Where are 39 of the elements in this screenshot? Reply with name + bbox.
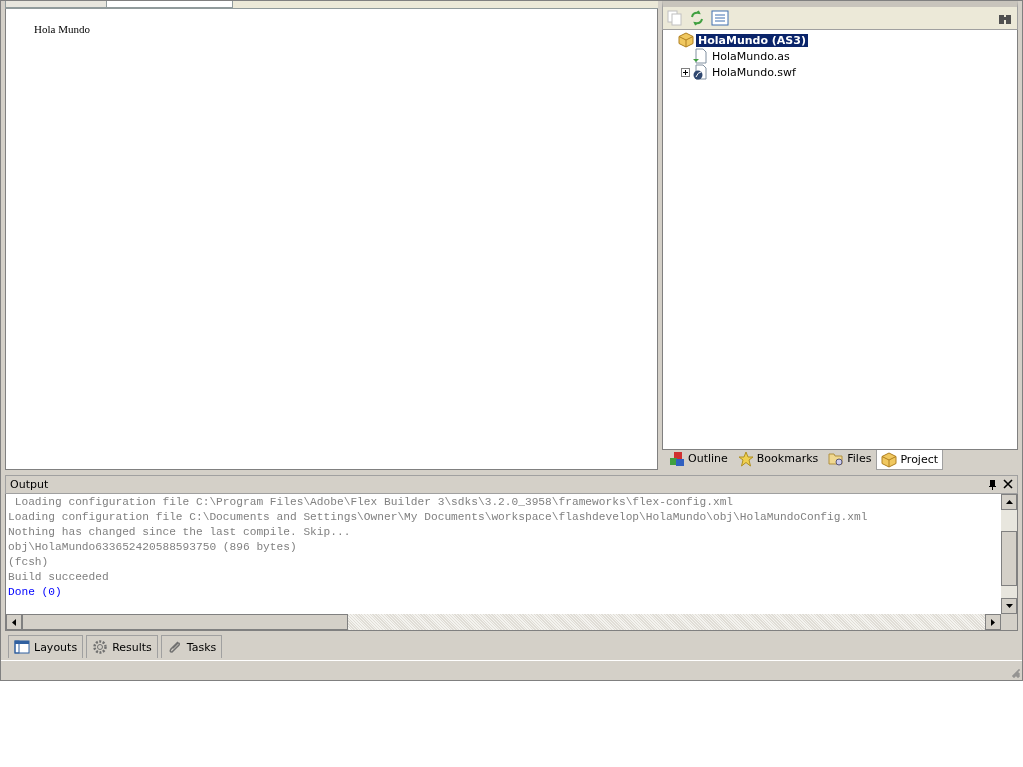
panel-tab[interactable]: Layouts	[8, 635, 84, 658]
star-icon	[737, 450, 754, 467]
horizontal-scrollbar[interactable]	[6, 614, 1001, 630]
cube-icon	[881, 451, 898, 468]
panel-tab[interactable]: Files	[823, 450, 877, 468]
editor-tab[interactable]	[106, 1, 233, 8]
down-arrow-icon[interactable]	[1005, 604, 1013, 608]
right-arrow-icon[interactable]	[991, 618, 995, 626]
log-line: Loading configuration file C:\Documents and Settings\Owner\My Documents\workspace\flashdevelop\HolaMundo\obj\HolaMundoConfig.xml	[8, 510, 869, 525]
log-line: (fcsh)	[8, 555, 50, 570]
log-line: obj\HolaMundo633652420588593750 (896 bytes)	[8, 540, 298, 555]
panel-tab[interactable]: Bookmarks	[732, 450, 824, 468]
blocks-icon	[669, 450, 685, 467]
folder-search-icon	[828, 450, 845, 467]
cube-icon	[678, 32, 694, 48]
panel-title: Output	[10, 478, 49, 491]
gear-icon	[92, 639, 109, 655]
script-file-icon	[692, 48, 708, 64]
log-line: Nothing has changed since the last compile. Skip...	[8, 525, 352, 540]
layout-icon	[14, 639, 30, 655]
refresh-icon[interactable]	[689, 10, 705, 26]
panel-tab[interactable]: Results	[86, 635, 158, 658]
panel-tab[interactable]: Tasks	[160, 635, 223, 658]
tree-item[interactable]: HolaMundo.as	[710, 49, 792, 63]
flash-file-icon	[692, 64, 708, 80]
log-line: Build succeeded	[8, 570, 110, 585]
tree-item[interactable]: HolaMundo.swf	[710, 65, 798, 79]
panel-tab[interactable]: Project	[876, 450, 944, 470]
left-arrow-icon[interactable]	[12, 618, 16, 626]
document-text: Hola Mundo	[34, 23, 90, 35]
pin-icon[interactable]	[988, 479, 997, 490]
expand-icon[interactable]	[681, 67, 690, 77]
log-line: Done (0)	[8, 585, 63, 600]
close-icon[interactable]	[1003, 479, 1013, 489]
tree-item[interactable]: HolaMundo (AS3)	[696, 33, 808, 47]
up-arrow-icon[interactable]	[1005, 500, 1013, 504]
panel-tab[interactable]: Outline	[664, 450, 733, 468]
vertical-scrollbar[interactable]	[1001, 494, 1017, 614]
log-line: Loading configuration file C:\Program Files\Adobe\Flex Builder 3\sdks\3.2.0_3958\frameworks\flex-config.xml	[13, 495, 735, 510]
